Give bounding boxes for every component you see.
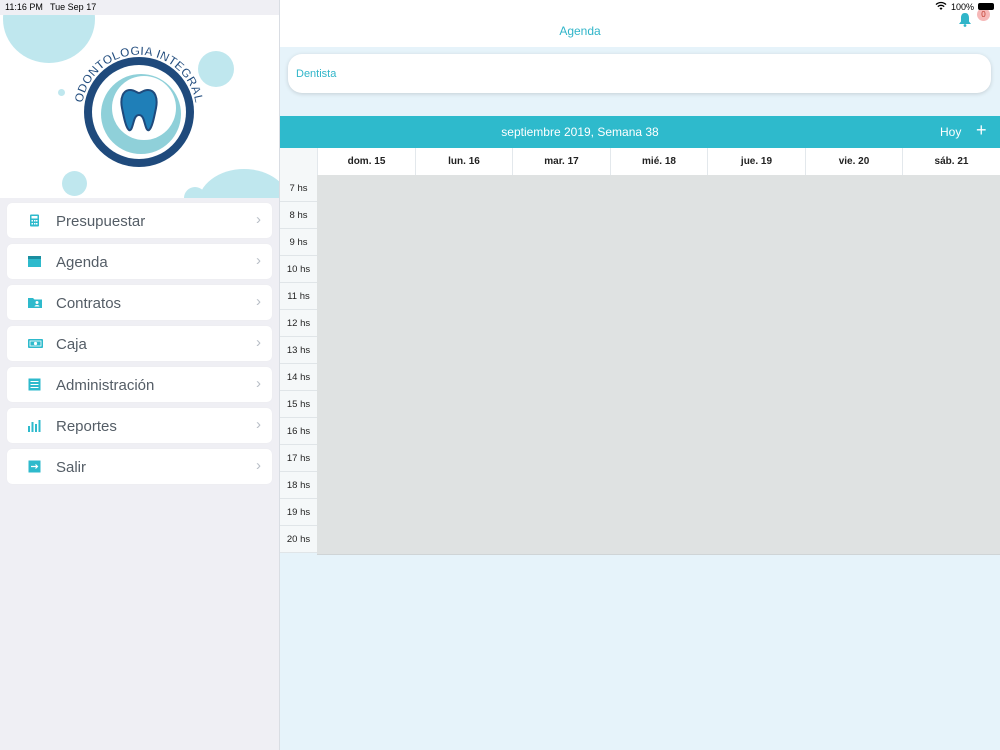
sidebar-item-presupuestar[interactable]: Presupuestar › bbox=[7, 203, 272, 238]
hour-label: 17 hs bbox=[280, 445, 317, 472]
bell-icon[interactable] bbox=[958, 12, 972, 32]
list-icon bbox=[28, 378, 41, 391]
sidebar-item-agenda[interactable]: Agenda › bbox=[7, 244, 272, 279]
sidebar: ODONTOLOGIA INTEGRAL Presupuestar › Agen… bbox=[0, 0, 280, 750]
decor-bubble bbox=[198, 169, 279, 198]
status-date: Tue Sep 17 bbox=[50, 2, 97, 12]
logout-icon bbox=[28, 460, 41, 473]
today-button[interactable]: Hoy bbox=[940, 125, 961, 139]
chevron-right-icon: › bbox=[256, 375, 261, 392]
hour-label: 18 hs bbox=[280, 472, 317, 499]
hour-label: 14 hs bbox=[280, 364, 317, 391]
sidebar-item-administracion[interactable]: Administración › bbox=[7, 367, 272, 402]
calculator-icon bbox=[28, 214, 41, 227]
sidebar-item-caja[interactable]: Caja › bbox=[7, 326, 272, 361]
header-corner bbox=[280, 148, 317, 175]
hour-label: 10 hs bbox=[280, 256, 317, 283]
hour-label: 16 hs bbox=[280, 418, 317, 445]
status-bar: 11:16 PM Tue Sep 17 100% bbox=[0, 0, 1000, 15]
battery-icon bbox=[978, 3, 994, 10]
contact-folder-icon bbox=[28, 296, 42, 309]
chevron-right-icon: › bbox=[256, 293, 261, 310]
sidebar-item-label: Contratos bbox=[56, 295, 122, 312]
day-header[interactable]: vie. 20 bbox=[805, 148, 902, 175]
day-header[interactable]: lun. 16 bbox=[415, 148, 512, 175]
sidebar-item-label: Presupuestar bbox=[56, 213, 146, 230]
sidebar-item-contratos[interactable]: Contratos › bbox=[7, 285, 272, 320]
dentist-field-value: Dentista bbox=[296, 68, 337, 80]
hour-label: 12 hs bbox=[280, 310, 317, 337]
sidebar-item-label: Administración bbox=[56, 377, 155, 394]
hour-label: 11 hs bbox=[280, 283, 317, 310]
wifi-icon bbox=[935, 1, 947, 13]
hour-label: 7 hs bbox=[280, 175, 317, 202]
sidebar-item-label: Agenda bbox=[56, 254, 108, 271]
cash-icon bbox=[28, 337, 43, 350]
dentist-selector[interactable]: Dentista bbox=[288, 54, 991, 93]
day-header[interactable]: jue. 19 bbox=[707, 148, 805, 175]
decor-bubble bbox=[62, 171, 87, 196]
day-header[interactable]: sáb. 21 bbox=[902, 148, 1000, 175]
decor-bubble bbox=[58, 89, 65, 96]
sidebar-item-salir[interactable]: Salir › bbox=[7, 449, 272, 484]
chevron-right-icon: › bbox=[256, 457, 261, 474]
clinic-logo: ODONTOLOGIA INTEGRAL bbox=[71, 44, 207, 167]
week-label: septiembre 2019, Semana 38 bbox=[501, 125, 659, 139]
sidebar-item-label: Caja bbox=[56, 336, 87, 353]
hour-label: 9 hs bbox=[280, 229, 317, 256]
chevron-right-icon: › bbox=[256, 211, 261, 228]
calendar-icon bbox=[28, 255, 41, 268]
hour-column: 7 hs 8 hs 9 hs 10 hs 11 hs 12 hs 13 hs 1… bbox=[280, 175, 317, 553]
add-button[interactable]: + bbox=[976, 120, 987, 141]
chevron-right-icon: › bbox=[256, 252, 261, 269]
battery-percent: 100% bbox=[951, 2, 975, 12]
status-time: 11:16 PM bbox=[5, 2, 43, 12]
day-header[interactable]: mié. 18 bbox=[610, 148, 707, 175]
sidebar-item-label: Salir bbox=[56, 459, 87, 476]
logo-area: ODONTOLOGIA INTEGRAL bbox=[0, 15, 279, 198]
bar-chart-icon bbox=[28, 419, 41, 432]
calendar-toolbar: septiembre 2019, Semana 38 Hoy + bbox=[280, 116, 1000, 148]
main-panel: Agenda 0 Dentista septiembre 2019, Seman… bbox=[280, 0, 1000, 750]
hour-label: 19 hs bbox=[280, 499, 317, 526]
sidebar-item-reportes[interactable]: Reportes › bbox=[7, 408, 272, 443]
day-header-row: dom. 15 lun. 16 mar. 17 mié. 18 jue. 19 … bbox=[280, 148, 1000, 175]
page-title: Agenda bbox=[559, 24, 601, 38]
day-header[interactable]: dom. 15 bbox=[317, 148, 415, 175]
time-slot-grid[interactable] bbox=[317, 175, 1000, 555]
hour-label: 20 hs bbox=[280, 526, 317, 553]
day-header[interactable]: mar. 17 bbox=[512, 148, 610, 175]
sidebar-menu: Presupuestar › Agenda › Contratos › Caja… bbox=[7, 203, 272, 490]
hour-label: 13 hs bbox=[280, 337, 317, 364]
chevron-right-icon: › bbox=[256, 334, 261, 351]
sidebar-item-label: Reportes bbox=[56, 418, 117, 435]
hour-label: 15 hs bbox=[280, 391, 317, 418]
hour-label: 8 hs bbox=[280, 202, 317, 229]
chevron-right-icon: › bbox=[256, 416, 261, 433]
